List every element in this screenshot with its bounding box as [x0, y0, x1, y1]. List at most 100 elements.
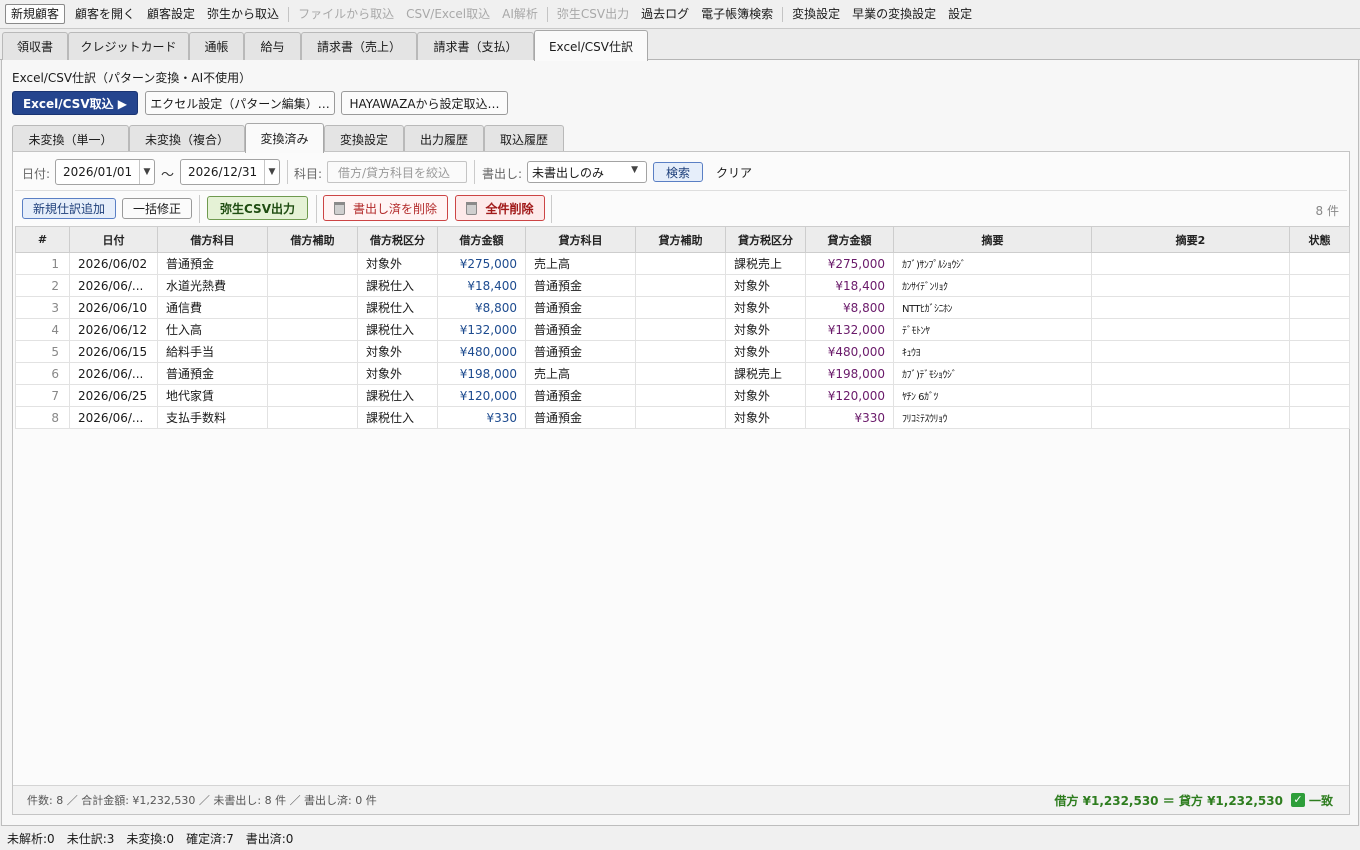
cell-ctax[interactable]: 対象外 — [725, 318, 806, 341]
tab-credit-card[interactable]: クレジットカード — [68, 32, 189, 60]
cell-camt[interactable]: ¥120,000 — [805, 384, 894, 407]
cell-num[interactable]: 5 — [15, 340, 70, 363]
cell-status[interactable] — [1289, 274, 1350, 297]
cell-memo[interactable]: NTTﾋｶﾞｼﾆﾎﾝ — [893, 296, 1092, 319]
table-row[interactable]: 1 2026/06/02 普通預金 対象外 ¥275,000 売上高 課税売上 ¥275,00… — [15, 252, 1350, 275]
tab-unconverted-compound[interactable]: 未変換（複合） — [129, 125, 245, 152]
cell-memo[interactable]: ｷｭｳﾖ — [893, 340, 1092, 363]
cell-memo2[interactable] — [1091, 252, 1290, 275]
cell-credit[interactable]: 普通預金 — [525, 318, 636, 341]
cell-dtax[interactable]: 対象外 — [357, 362, 438, 385]
cell-dtax[interactable]: 対象外 — [357, 252, 438, 275]
cell-dtax[interactable]: 対象外 — [357, 340, 438, 363]
menu-e-ledger-search[interactable]: 電子帳簿検索 — [695, 5, 779, 23]
col-header-memo2[interactable]: 摘要2 — [1091, 226, 1290, 253]
cell-num[interactable]: 6 — [15, 362, 70, 385]
cell-credit[interactable]: 売上高 — [525, 252, 636, 275]
cell-debit[interactable]: 普通預金 — [157, 362, 268, 385]
tab-invoice-payment[interactable]: 請求書（支払） — [417, 32, 534, 60]
cell-date[interactable]: 2026/06/12 — [69, 318, 158, 341]
cell-credit[interactable]: 普通預金 — [525, 384, 636, 407]
cell-dsub[interactable] — [267, 296, 358, 319]
cell-ctax[interactable]: 対象外 — [725, 274, 806, 297]
hayawaza-import-button[interactable]: HAYAWAZAから設定取込… — [341, 91, 508, 115]
cell-credit[interactable]: 普通預金 — [525, 340, 636, 363]
menu-hayawaza-settings[interactable]: 早業の変換設定 — [846, 5, 942, 23]
cell-ctax[interactable]: 対象外 — [725, 406, 806, 429]
cell-damt[interactable]: ¥275,000 — [437, 252, 526, 275]
tab-import-history[interactable]: 取込履歴 — [484, 125, 564, 152]
cell-dsub[interactable] — [267, 362, 358, 385]
cell-camt[interactable]: ¥8,800 — [805, 296, 894, 319]
cell-csub[interactable] — [635, 274, 726, 297]
col-header-debit-tax[interactable]: 借方税区分 — [357, 226, 438, 253]
cell-date[interactable]: 2026/06/10 — [69, 296, 158, 319]
cell-dsub[interactable] — [267, 384, 358, 407]
cell-camt[interactable]: ¥480,000 — [805, 340, 894, 363]
cell-debit[interactable]: 水道光熱費 — [157, 274, 268, 297]
cell-csub[interactable] — [635, 384, 726, 407]
cell-memo2[interactable] — [1091, 296, 1290, 319]
cell-csub[interactable] — [635, 252, 726, 275]
cell-ctax[interactable]: 対象外 — [725, 340, 806, 363]
table-row[interactable]: 3 2026/06/10 通信費 課税仕入 ¥8,800 普通預金 対象外 ¥8,800 NTT… — [15, 296, 1350, 319]
cell-damt[interactable]: ¥132,000 — [437, 318, 526, 341]
tab-unconverted-single[interactable]: 未変換（単一） — [12, 125, 129, 152]
cell-damt[interactable]: ¥120,000 — [437, 384, 526, 407]
cell-ctax[interactable]: 対象外 — [725, 296, 806, 319]
cell-status[interactable] — [1289, 362, 1350, 385]
delete-exported-button[interactable]: 書出し済を削除 — [323, 195, 448, 221]
cell-damt[interactable]: ¥330 — [437, 406, 526, 429]
cell-status[interactable] — [1289, 296, 1350, 319]
cell-num[interactable]: 1 — [15, 252, 70, 275]
cell-dsub[interactable] — [267, 406, 358, 429]
cell-num[interactable]: 3 — [15, 296, 70, 319]
cell-dtax[interactable]: 課税仕入 — [357, 318, 438, 341]
cell-debit[interactable]: 仕入高 — [157, 318, 268, 341]
cell-date[interactable]: 2026/06/25 — [69, 384, 158, 407]
cell-credit[interactable]: 普通預金 — [525, 296, 636, 319]
cell-dtax[interactable]: 課税仕入 — [357, 296, 438, 319]
cell-memo2[interactable] — [1091, 340, 1290, 363]
cell-date[interactable]: 2026/06/... — [69, 406, 158, 429]
cell-credit[interactable]: 普通預金 — [525, 406, 636, 429]
col-header-debit-sub[interactable]: 借方補助 — [267, 226, 358, 253]
col-header-debit-account[interactable]: 借方科目 — [157, 226, 268, 253]
cell-credit[interactable]: 普通預金 — [525, 274, 636, 297]
cell-memo2[interactable] — [1091, 318, 1290, 341]
col-header-memo[interactable]: 摘要 — [893, 226, 1092, 253]
cell-dtax[interactable]: 課税仕入 — [357, 384, 438, 407]
cell-dsub[interactable] — [267, 318, 358, 341]
cell-memo[interactable]: ｶﾝｻｲﾃﾞﾝﾘｮｸ — [893, 274, 1092, 297]
cell-memo[interactable]: ﾔﾁﾝ 6ｶﾞﾂ — [893, 384, 1092, 407]
cell-csub[interactable] — [635, 318, 726, 341]
cell-memo2[interactable] — [1091, 406, 1290, 429]
tab-invoice-sales[interactable]: 請求書（売上） — [301, 32, 417, 60]
date-to-picker[interactable]: 2026/12/31 ▼ — [180, 159, 280, 185]
new-entry-button[interactable]: 新規仕訳追加 — [22, 198, 116, 219]
yayoi-csv-export-button[interactable]: 弥生CSV出力 — [207, 196, 308, 220]
cell-dtax[interactable]: 課税仕入 — [357, 406, 438, 429]
menu-conversion-settings[interactable]: 変換設定 — [786, 5, 846, 23]
tab-passbook[interactable]: 通帳 — [189, 32, 244, 60]
table-row[interactable]: 5 2026/06/15 給料手当 対象外 ¥480,000 普通預金 対象外 ¥480,00… — [15, 340, 1350, 363]
export-status-select[interactable]: 未書出しのみ ▼ — [527, 161, 647, 183]
search-button[interactable]: 検索 — [653, 162, 703, 182]
menu-settings[interactable]: 設定 — [942, 5, 978, 23]
cell-csub[interactable] — [635, 362, 726, 385]
cell-status[interactable] — [1289, 406, 1350, 429]
cell-memo[interactable]: ﾃﾞﾓﾄﾝﾔ — [893, 318, 1092, 341]
menu-customer-settings[interactable]: 顧客設定 — [141, 5, 201, 23]
cell-debit[interactable]: 通信費 — [157, 296, 268, 319]
cell-camt[interactable]: ¥198,000 — [805, 362, 894, 385]
cell-csub[interactable] — [635, 340, 726, 363]
cell-csub[interactable] — [635, 296, 726, 319]
table-row[interactable]: 8 2026/06/... 支払手数料 課税仕入 ¥330 普通預金 対象外 ¥330 ﾌﾘｺﾐ… — [15, 406, 1350, 429]
cell-csub[interactable] — [635, 406, 726, 429]
cell-ctax[interactable]: 課税売上 — [725, 362, 806, 385]
col-header-credit-sub[interactable]: 貸方補助 — [635, 226, 726, 253]
cell-debit[interactable]: 給料手当 — [157, 340, 268, 363]
cell-dsub[interactable] — [267, 340, 358, 363]
menu-past-log[interactable]: 過去ログ — [635, 5, 695, 23]
tab-salary[interactable]: 給与 — [244, 32, 301, 60]
